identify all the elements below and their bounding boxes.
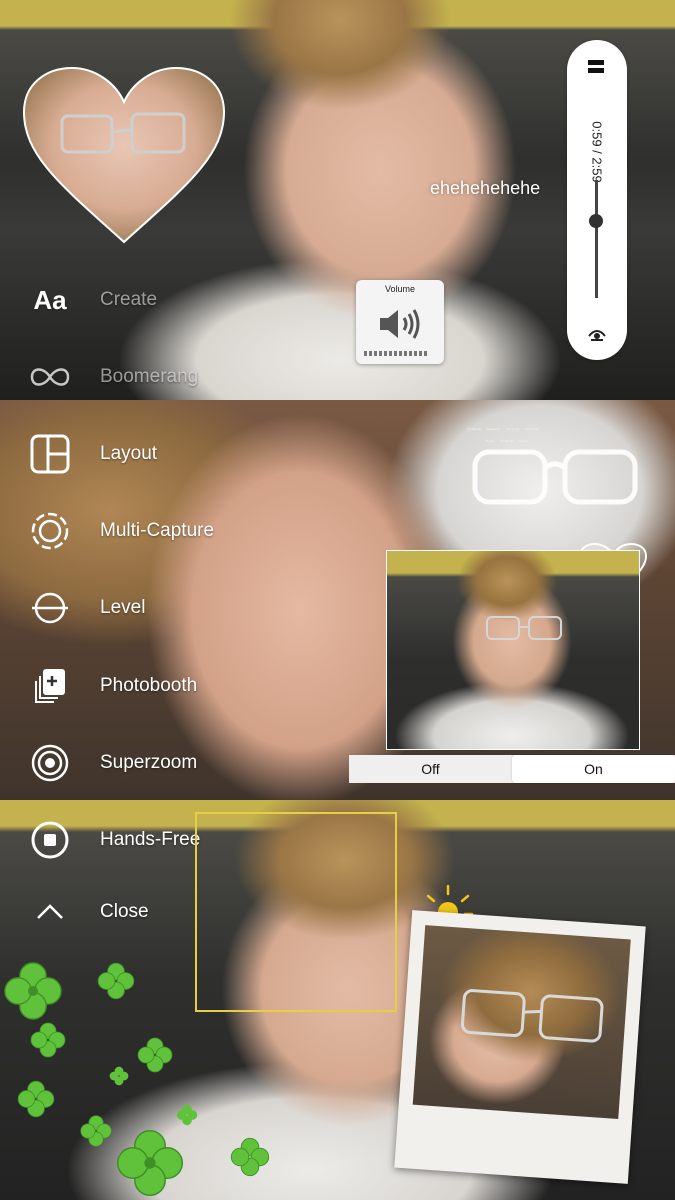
menu-label-photobooth: Photobooth: [100, 675, 198, 696]
superzoom-icon: [30, 743, 70, 783]
focus-frame: [195, 812, 397, 1012]
text-aa-icon: Aa: [33, 284, 67, 315]
hands-free-icon: [30, 820, 70, 860]
speaker-icon: [380, 309, 420, 339]
clover-icon: [176, 1104, 198, 1126]
polaroid-frame: [394, 910, 646, 1184]
menu-label-multi-capture: Multi-Capture: [100, 520, 215, 541]
volume-hud: Volume: [356, 280, 444, 364]
glasses-icon: [460, 989, 604, 1043]
clover-icon: [230, 1137, 270, 1177]
clover-icon: [4, 962, 62, 1020]
menu-item-photobooth[interactable]: Photobooth: [30, 666, 197, 706]
clover-icon: [109, 1066, 129, 1086]
menu-label-layout: Layout: [100, 443, 158, 464]
polaroid-photo: [412, 925, 631, 1120]
layout-grid-icon: [30, 434, 70, 474]
pause-icon[interactable]: [588, 60, 604, 74]
sticker-caption: ehehehehehe: [430, 178, 541, 198]
clover-icon: [17, 1080, 55, 1118]
svg-text:~~ ~~~ ~~: ~~ ~~~ ~~: [485, 438, 528, 447]
toggle-off-option[interactable]: Off: [349, 755, 512, 783]
player-time: 0:59 / 2:59: [589, 121, 605, 183]
menu-label-superzoom: Superzoom: [100, 752, 198, 773]
clover-icon: [97, 962, 135, 1000]
player-progress-track[interactable]: [595, 180, 598, 298]
menu-item-superzoom[interactable]: Superzoom: [30, 743, 197, 783]
glasses-sticker-icon: ~~~ ~~~ ~~~ ~~~ ~~ ~~~ ~~: [467, 426, 638, 505]
menu-label-create: Create: [100, 289, 158, 310]
off-on-toggle[interactable]: Off On: [349, 755, 675, 783]
menu-item-multi-capture[interactable]: Multi-Capture: [30, 511, 214, 551]
eye-icon[interactable]: [585, 320, 609, 344]
menu-label-close: Close: [100, 901, 149, 922]
clover-icon: [30, 1022, 66, 1058]
photobooth-icon: [30, 666, 70, 706]
volume-level-bar: [364, 351, 429, 356]
heart-frame-icon: [22, 66, 226, 244]
infinity-icon: [30, 357, 70, 397]
clover-icon: [137, 1037, 173, 1073]
media-player-pill: 0:59 / 2:59: [567, 40, 627, 360]
inset-photo-preview: [386, 550, 640, 750]
menu-item-create[interactable]: Aa Create: [30, 280, 157, 320]
toggle-on-option[interactable]: On: [512, 755, 675, 783]
menu-item-hands-free[interactable]: Hands-Free: [30, 820, 200, 860]
svg-text:~~~ ~~~ ~~~ ~~~: ~~~ ~~~ ~~~ ~~~: [467, 426, 539, 435]
menu-label-hands-free: Hands-Free: [100, 829, 201, 850]
chevron-up-icon: [30, 892, 70, 932]
clover-icon: [116, 1129, 184, 1197]
player-progress-knob[interactable]: [589, 214, 603, 228]
menu-item-level[interactable]: Level: [30, 588, 145, 628]
menu-label-level: Level: [100, 597, 146, 618]
photo-panel-top: Aa Create Boomerang ehehehehehe Volume 0…: [0, 0, 675, 400]
menu-item-close[interactable]: Close: [30, 892, 149, 932]
volume-title: Volume: [384, 284, 416, 294]
clover-icon: [80, 1115, 112, 1147]
menu-item-layout[interactable]: Layout: [30, 434, 157, 474]
level-icon: [30, 588, 70, 628]
menu-item-boomerang[interactable]: Boomerang: [30, 357, 198, 397]
multi-capture-icon: [30, 511, 70, 551]
glasses-icon: [486, 616, 562, 640]
menu-label-boomerang: Boomerang: [100, 366, 199, 387]
